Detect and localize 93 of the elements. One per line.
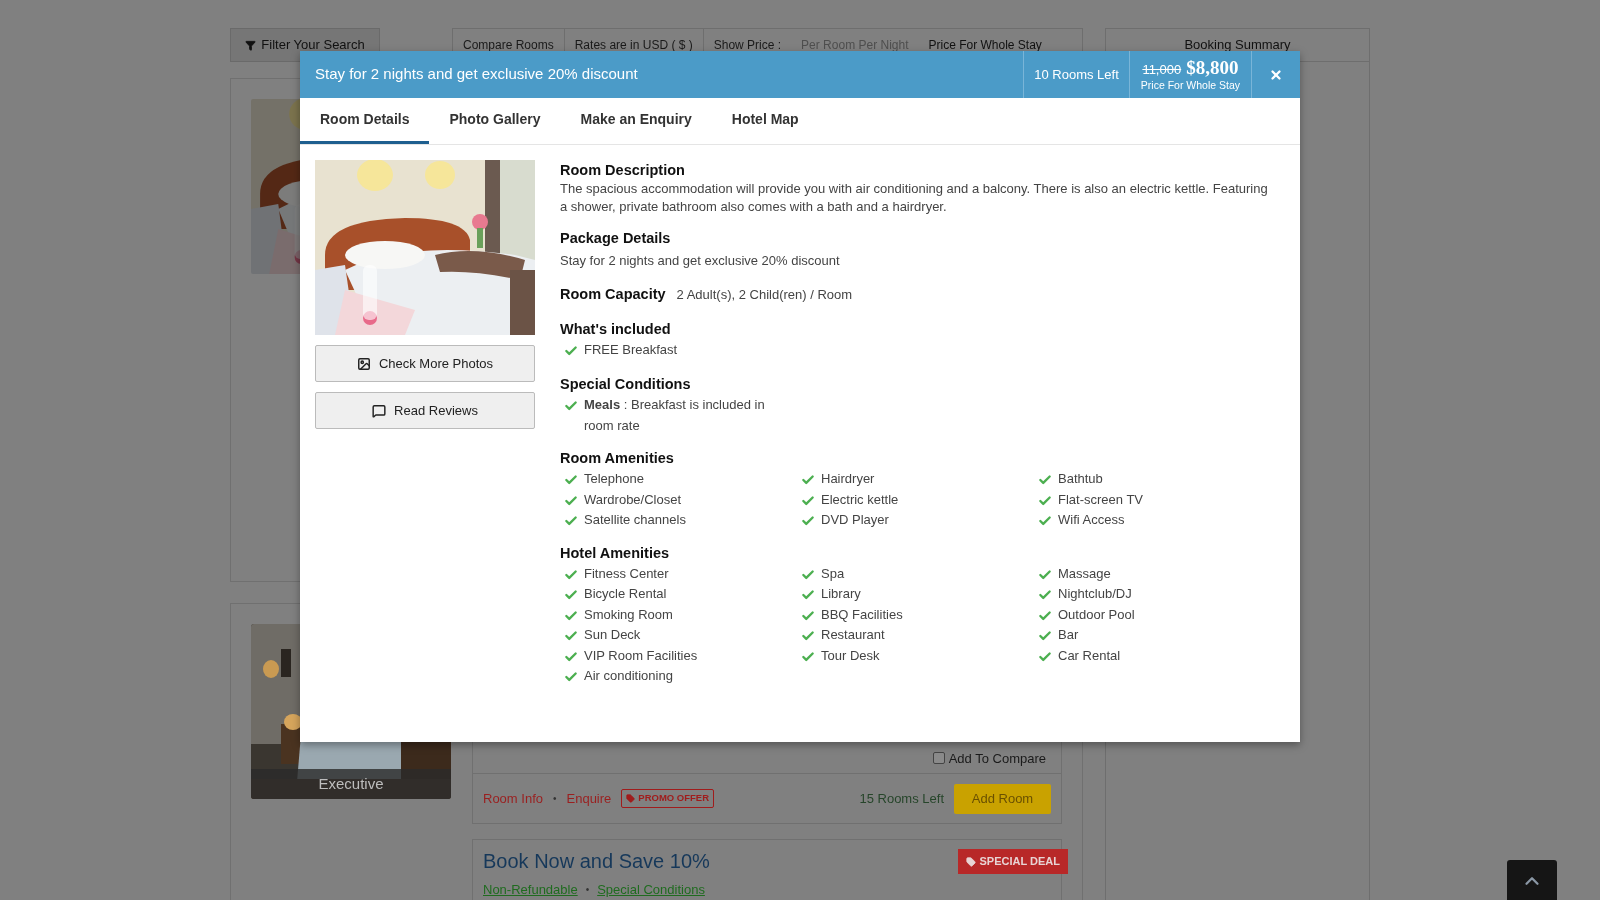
separator-dot: • (553, 792, 557, 806)
check-icon (1038, 588, 1052, 602)
section-heading: What's included (560, 319, 672, 339)
list-item: Telephone (584, 470, 644, 488)
check-icon (564, 588, 578, 602)
check-icon (564, 493, 578, 508)
special-deal-badge: SPECIAL DEAL (957, 849, 1068, 874)
check-icon (1038, 567, 1052, 582)
check-icon (1038, 473, 1052, 487)
add-room-button[interactable]: Add Room (954, 783, 1051, 814)
scroll-top-button[interactable] (1507, 860, 1557, 900)
section-text: The spacious accommodation will provide you with air conditioning and a balcony. There is also an electric kettle. Featuring a shower, private bathroom also comes with a bath and a hairdryer. (560, 180, 1269, 216)
old-price: 11,000 (1142, 60, 1182, 79)
check-icon (801, 567, 815, 582)
list-item: Sun Deck (584, 626, 641, 644)
section-text: 2 Adult(s), 2 Child(ren) / Room (676, 286, 853, 304)
image-caption: Executive (251, 769, 451, 799)
list-item: Fitness Center (584, 564, 669, 583)
list-item: Flat-screen TV (1058, 490, 1143, 509)
rooms-left: 10 Rooms Left (1023, 51, 1129, 98)
dialog-tab[interactable]: Hotel Map (711, 98, 819, 144)
check-icon (564, 399, 578, 413)
list-item: Massage (1058, 564, 1111, 583)
list-item: Bathtub (1058, 470, 1103, 488)
section-text: Stay for 2 nights and get exclusive 20% discount (560, 252, 841, 270)
check-icon (564, 670, 578, 684)
check-icon (564, 343, 578, 358)
list-item: Restaurant (821, 626, 885, 644)
price-note: Price For Whole Stay (1140, 79, 1240, 92)
check-icon (1038, 608, 1052, 623)
chat-icon (372, 403, 387, 418)
list-item: Bar (1058, 626, 1079, 644)
show-price-label: Show Price : (712, 37, 783, 54)
list-item: Smoking Room (584, 605, 673, 624)
check-icon (1038, 649, 1052, 664)
check-icon (801, 473, 815, 487)
check-icon (801, 588, 815, 602)
list-item: Wifi Access (1058, 511, 1125, 529)
check-icon (801, 608, 815, 623)
dialog-tab[interactable]: Room Details (300, 98, 430, 144)
section-heading: Package Details (560, 229, 672, 248)
check-icon (564, 629, 578, 643)
list-item: Nightclub/DJ (1058, 585, 1132, 603)
check-icon (564, 608, 578, 623)
section-heading: Hotel Amenities (560, 543, 671, 563)
check-icon (801, 493, 815, 508)
list-item: Air conditioning (584, 667, 673, 685)
check-icon (801, 629, 815, 643)
rooms-left: 15 Rooms Left (859, 789, 944, 808)
list-item: Satellite channels (584, 511, 686, 529)
dialog-tab[interactable]: Make an Enquiry (560, 98, 712, 144)
list-item: Electric kettle (821, 490, 899, 509)
filter-icon (245, 39, 257, 51)
section-heading: Special Conditions (560, 375, 692, 394)
check-icon (1038, 629, 1052, 643)
close-icon (1269, 67, 1283, 82)
compare-checkbox[interactable] (932, 752, 945, 765)
image-icon (356, 356, 371, 371)
list-item: Tour Desk (821, 646, 880, 665)
check-icon (564, 649, 578, 664)
dialog-title: Stay for 2 nights and get exclusive 20% discount (314, 64, 639, 85)
list-item: FREE Breakfast (584, 340, 678, 359)
list-item: Outdoor Pool (1058, 605, 1135, 624)
section-heading: Room Amenities (560, 449, 675, 468)
check-icon (564, 567, 578, 582)
compare-label: Add To Compare (948, 749, 1046, 768)
dialog-action-button[interactable]: Read Reviews (315, 392, 535, 429)
list-item: VIP Room Facilities (584, 646, 698, 665)
list-item: BBQ Facilities (821, 605, 903, 624)
separator-dot: • (585, 883, 590, 898)
list-item: Library (821, 585, 861, 603)
list-item: DVD Player (821, 511, 889, 529)
list-item: Spa (821, 564, 845, 583)
promo-badge: PROMO OFFER (621, 789, 715, 808)
section-heading: Room Description (560, 161, 686, 180)
tag-icon (626, 794, 636, 803)
offer-title: Book Now and Save 10% (483, 849, 710, 874)
check-icon (1038, 514, 1052, 528)
list-item: Car Rental (1058, 646, 1121, 665)
list-item: Hairdryer (821, 470, 875, 488)
check-icon (801, 649, 815, 664)
tag-icon (965, 856, 976, 867)
price-option[interactable]: Price For Whole Stay (918, 36, 1052, 54)
list-item: Meals : Breakfast is included in room rate (584, 396, 766, 435)
dialog-tab[interactable]: Photo Gallery (429, 98, 561, 144)
section-heading: Room Capacity (560, 285, 666, 304)
list-item: Wardrobe/Closet (584, 490, 682, 509)
check-icon (564, 473, 578, 487)
dialog-action-button[interactable]: Check More Photos (315, 345, 535, 382)
check-icon (564, 514, 578, 528)
check-icon (801, 514, 815, 528)
check-icon (1038, 493, 1052, 508)
list-item: Bicycle Rental (584, 585, 667, 603)
